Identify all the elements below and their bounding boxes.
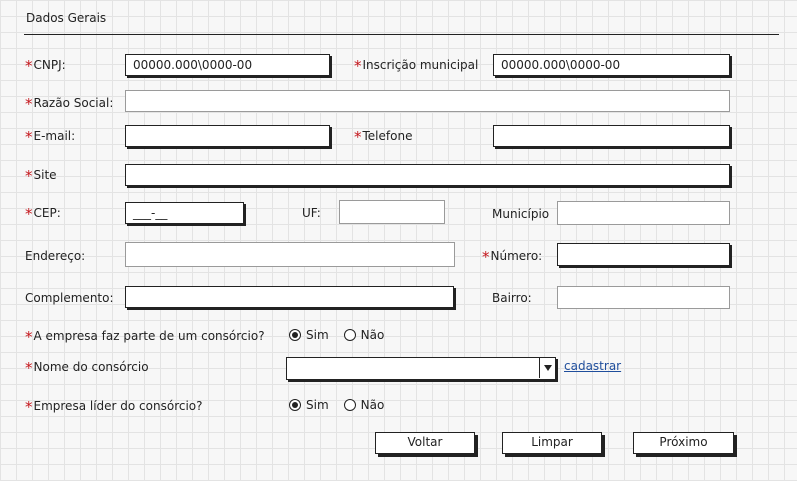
bairro-label: Bairro:: [492, 291, 532, 305]
numero-label: *Número:: [482, 248, 543, 266]
consorcio-radio-group: Sim Não: [289, 328, 394, 342]
endereco-input[interactable]: [125, 242, 455, 267]
clear-button[interactable]: Limpar: [502, 432, 602, 454]
email-label: *E-mail:: [25, 128, 76, 146]
required-marker: *: [25, 128, 33, 146]
nome-consorcio-select[interactable]: [286, 357, 556, 380]
site-label: *Site: [25, 167, 57, 185]
telefone-label: *Telefone: [354, 128, 413, 146]
required-marker: *: [25, 359, 33, 377]
lider-nao-radio[interactable]: [343, 399, 356, 411]
consorcio-nao-label: Não: [360, 328, 385, 342]
complemento-label: Complemento:: [25, 291, 114, 305]
required-marker: *: [25, 398, 33, 416]
email-input[interactable]: [125, 125, 330, 147]
consorcio-nao-radio[interactable]: [343, 329, 356, 341]
uf-label: UF:: [302, 206, 321, 220]
required-marker: *: [354, 128, 362, 146]
lider-sim-radio[interactable]: [289, 399, 301, 411]
telefone-input[interactable]: [493, 125, 730, 147]
lider-nao-label: Não: [360, 398, 385, 412]
municipio-input[interactable]: [557, 201, 730, 225]
numero-input[interactable]: [557, 243, 730, 266]
chevron-down-icon[interactable]: [539, 358, 555, 378]
nome-consorcio-label: *Nome do consórcio: [25, 359, 149, 377]
cadastrar-link[interactable]: cadastrar: [564, 358, 621, 374]
inscricao-municipal-label: *Inscrição municipal: [354, 57, 479, 75]
required-marker: *: [25, 167, 33, 185]
municipio-label: Município: [492, 207, 550, 221]
required-marker: *: [482, 248, 490, 266]
back-button[interactable]: Voltar: [375, 432, 475, 454]
razao-social-label: *Razão Social:: [25, 95, 114, 113]
required-marker: *: [25, 328, 33, 346]
cep-input[interactable]: ___-__: [125, 202, 244, 224]
required-marker: *: [25, 95, 33, 113]
complemento-input[interactable]: [125, 286, 454, 308]
razao-social-input[interactable]: [125, 90, 730, 112]
section-title: Dados Gerais: [26, 11, 107, 25]
consorcio-sim-label: Sim: [306, 328, 329, 342]
inscricao-municipal-input[interactable]: 00000.000\0000-00: [493, 54, 730, 76]
consorcio-question-label: *A empresa faz parte de um consórcio?: [25, 328, 265, 346]
cnpj-input[interactable]: 00000.000\0000-00: [125, 54, 330, 76]
cep-label: *CEP:: [25, 205, 61, 223]
lider-sim-label: Sim: [306, 398, 329, 412]
section-divider: [24, 34, 779, 35]
uf-input[interactable]: [339, 200, 445, 224]
consorcio-sim-radio[interactable]: [289, 329, 301, 341]
nome-consorcio-value: [287, 360, 294, 374]
endereco-label: Endereço:: [25, 249, 86, 263]
lider-radio-group: Sim Não: [289, 398, 394, 412]
cnpj-label: *CNPJ:: [25, 57, 66, 75]
required-marker: *: [354, 57, 362, 75]
required-marker: *: [25, 205, 33, 223]
empresa-lider-label: *Empresa líder do consórcio?: [25, 398, 203, 416]
site-input[interactable]: [125, 164, 730, 186]
bairro-input[interactable]: [557, 286, 730, 309]
next-button[interactable]: Próximo: [633, 432, 734, 454]
required-marker: *: [25, 57, 33, 75]
